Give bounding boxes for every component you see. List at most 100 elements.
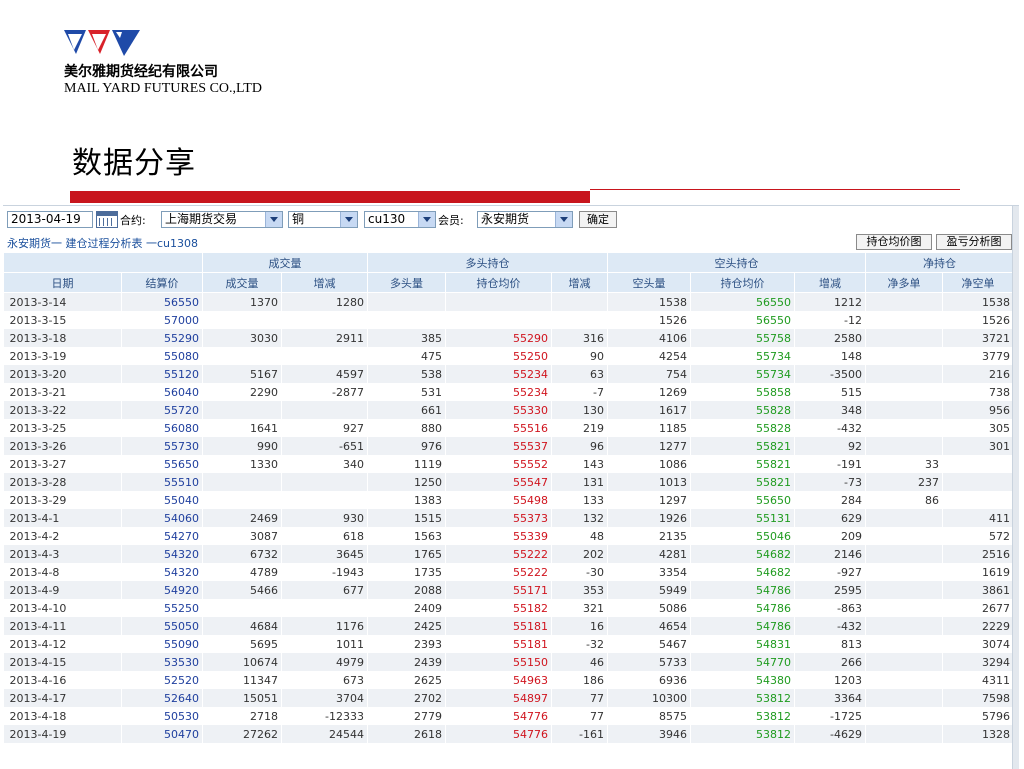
- confirm-button[interactable]: 确定: [579, 211, 617, 228]
- cell-settle-price: 55650: [121, 455, 203, 473]
- cell-settle-price: 56080: [121, 419, 203, 437]
- cell-date: 2013-4-10: [3, 599, 122, 617]
- cell-long-change: 96: [551, 437, 608, 455]
- cell-short-change: 2580: [794, 329, 866, 347]
- date-input[interactable]: 2013-04-19: [7, 211, 93, 228]
- cell-short-qty: 4281: [607, 545, 691, 563]
- cell-volume: 5695: [202, 635, 282, 653]
- column-header-long-avg-price[interactable]: 持仓均价: [445, 272, 552, 293]
- table-row: 2013-4-3 54320 6732 3645 1765 55222 202 4281 546…: [3, 545, 1014, 563]
- column-header-short-qty[interactable]: 空头量: [607, 272, 691, 293]
- cell-long-avg-price: [445, 311, 552, 329]
- company-logo-icon: [64, 30, 140, 56]
- exchange-select[interactable]: 上海期货交易: [161, 211, 283, 228]
- cell-net-short: [942, 455, 1014, 473]
- report-title: 永安期货一 建仓过程分析表 一cu1308: [7, 237, 199, 250]
- calendar-icon[interactable]: [96, 211, 118, 228]
- cell-long-avg-price: 55498: [445, 491, 552, 509]
- cell-short-avg-price: 55828: [690, 419, 795, 437]
- cell-short-change: 148: [794, 347, 866, 365]
- cell-short-avg-price: 53812: [690, 689, 795, 707]
- cell-long-change: [551, 292, 608, 311]
- cell-volume: 1370: [202, 292, 282, 311]
- cell-volume-change: 24544: [281, 725, 368, 743]
- cell-date: 2013-4-1: [3, 509, 122, 527]
- cell-volume: 2718: [202, 707, 282, 725]
- cell-long-change: 16: [551, 617, 608, 635]
- contract-select[interactable]: cu130: [364, 211, 436, 228]
- column-header-settle-price[interactable]: 结算价: [121, 272, 203, 293]
- cell-long-avg-price: 55290: [445, 329, 552, 347]
- cell-volume-change: 618: [281, 527, 368, 545]
- cell-volume: [202, 401, 282, 419]
- group-header-long: 多头持仓: [367, 252, 608, 273]
- cell-net-short: 1328: [942, 725, 1014, 743]
- chevron-down-icon: [418, 212, 435, 227]
- cell-net-short: 572: [942, 527, 1014, 545]
- cell-short-qty: 1185: [607, 419, 691, 437]
- cell-net-short: 956: [942, 401, 1014, 419]
- cell-short-avg-price: 55821: [690, 437, 795, 455]
- column-header-short-avg-price[interactable]: 持仓均价: [690, 272, 795, 293]
- cell-volume: 5466: [202, 581, 282, 599]
- table-row: 2013-4-16 52520 11347 673 2625 54963 186 6936 54…: [3, 671, 1014, 689]
- company-name-en: MAIL YARD FUTURES CO.,LTD: [64, 81, 262, 96]
- pnl-chart-button[interactable]: 盈亏分析图: [936, 234, 1012, 250]
- column-header-volume[interactable]: 成交量: [202, 272, 282, 293]
- member-label: 会员:: [438, 214, 464, 227]
- cell-date: 2013-3-15: [3, 311, 122, 329]
- cell-long-qty: 880: [367, 419, 446, 437]
- cell-net-short: 3074: [942, 635, 1014, 653]
- cell-net-long: [865, 347, 943, 365]
- column-header-net-short[interactable]: 净空单: [942, 272, 1014, 293]
- data-panel: 2013-04-19 合约: 上海期货交易 铜 cu130 会员: 永安期货 确…: [3, 205, 1019, 769]
- chevron-down-icon: [265, 212, 282, 227]
- column-header-date[interactable]: 日期: [3, 272, 122, 293]
- cell-volume-change: [281, 347, 368, 365]
- cell-short-change: 3364: [794, 689, 866, 707]
- cell-long-avg-price: 55181: [445, 635, 552, 653]
- member-select[interactable]: 永安期货: [477, 211, 573, 228]
- cell-short-change: -432: [794, 419, 866, 437]
- cell-short-change: 629: [794, 509, 866, 527]
- cell-net-long: [865, 292, 943, 311]
- cell-short-change: -191: [794, 455, 866, 473]
- cell-volume-change: 930: [281, 509, 368, 527]
- cell-net-long: [865, 563, 943, 581]
- cell-long-qty: 976: [367, 437, 446, 455]
- cell-long-avg-price: 55330: [445, 401, 552, 419]
- column-header-net-long[interactable]: 净多单: [865, 272, 943, 293]
- cell-long-avg-price: 55250: [445, 347, 552, 365]
- cell-volume-change: 4597: [281, 365, 368, 383]
- cell-short-avg-price: 55828: [690, 401, 795, 419]
- table-row: 2013-3-14 56550 1370 1280 1538 56550 1212 1538: [3, 292, 1014, 311]
- cell-date: 2013-4-15: [3, 653, 122, 671]
- cell-short-qty: 4254: [607, 347, 691, 365]
- cell-short-avg-price: 54380: [690, 671, 795, 689]
- cell-short-qty: 5949: [607, 581, 691, 599]
- cell-settle-price: 55720: [121, 401, 203, 419]
- contract-label: 合约:: [120, 214, 146, 227]
- cell-short-change: 284: [794, 491, 866, 509]
- cell-long-avg-price: 54776: [445, 725, 552, 743]
- cell-long-qty: 1765: [367, 545, 446, 563]
- column-header-long-change[interactable]: 增减: [551, 272, 608, 293]
- cell-net-short: 7598: [942, 689, 1014, 707]
- group-header-short: 空头持仓: [607, 252, 866, 273]
- cell-date: 2013-4-11: [3, 617, 122, 635]
- cell-long-avg-price: [445, 292, 552, 311]
- cell-date: 2013-4-8: [3, 563, 122, 581]
- cell-settle-price: 54270: [121, 527, 203, 545]
- cell-settle-price: 55250: [121, 599, 203, 617]
- avg-price-chart-button[interactable]: 持仓均价图: [856, 234, 932, 250]
- cell-long-change: 130: [551, 401, 608, 419]
- column-header-volume-change[interactable]: 增减: [281, 272, 368, 293]
- cell-date: 2013-3-25: [3, 419, 122, 437]
- column-header-long-qty[interactable]: 多头量: [367, 272, 446, 293]
- cell-short-change: -927: [794, 563, 866, 581]
- column-header-short-change[interactable]: 增减: [794, 272, 866, 293]
- product-select[interactable]: 铜: [288, 211, 358, 228]
- table-row: 2013-3-28 55510 1250 55547 131 1013 55821 -73 23…: [3, 473, 1014, 491]
- table-row: 2013-4-12 55090 5695 1011 2393 55181 -32 5467 54…: [3, 635, 1014, 653]
- vertical-scrollbar[interactable]: [1012, 206, 1019, 769]
